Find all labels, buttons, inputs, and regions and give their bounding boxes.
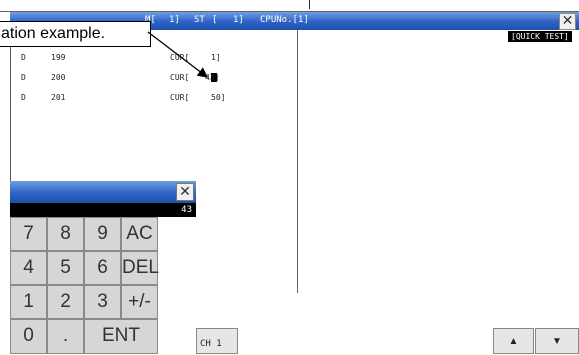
key-3[interactable]: 3 (84, 285, 121, 319)
key-2[interactable]: 2 (47, 285, 84, 319)
key-6[interactable]: 6 (84, 251, 121, 285)
key-1[interactable]: 1 (10, 285, 47, 319)
keypad-close-icon[interactable]: ✕ (176, 183, 194, 201)
key-7[interactable]: 7 (10, 217, 47, 251)
key-8[interactable]: 8 (47, 217, 84, 251)
key-ac[interactable]: AC (121, 217, 158, 251)
keypad-display: 43 (10, 203, 196, 217)
key-del[interactable]: DEL (121, 251, 159, 285)
scroll-down-button[interactable]: ▼ (535, 328, 579, 354)
channel-label: CH 1 (200, 339, 222, 349)
scroll-up-button[interactable]: ▲ (493, 328, 534, 354)
key-ent[interactable]: ENT (84, 319, 158, 354)
keypad-title-bar: ✕ (10, 181, 196, 203)
key-decimal[interactable]: . (47, 319, 84, 354)
key-9[interactable]: 9 (84, 217, 121, 251)
key-4[interactable]: 4 (10, 251, 47, 285)
key-plus-minus[interactable]: +/- (121, 285, 158, 319)
key-0[interactable]: 0 (10, 319, 47, 354)
key-5[interactable]: 5 (47, 251, 84, 285)
